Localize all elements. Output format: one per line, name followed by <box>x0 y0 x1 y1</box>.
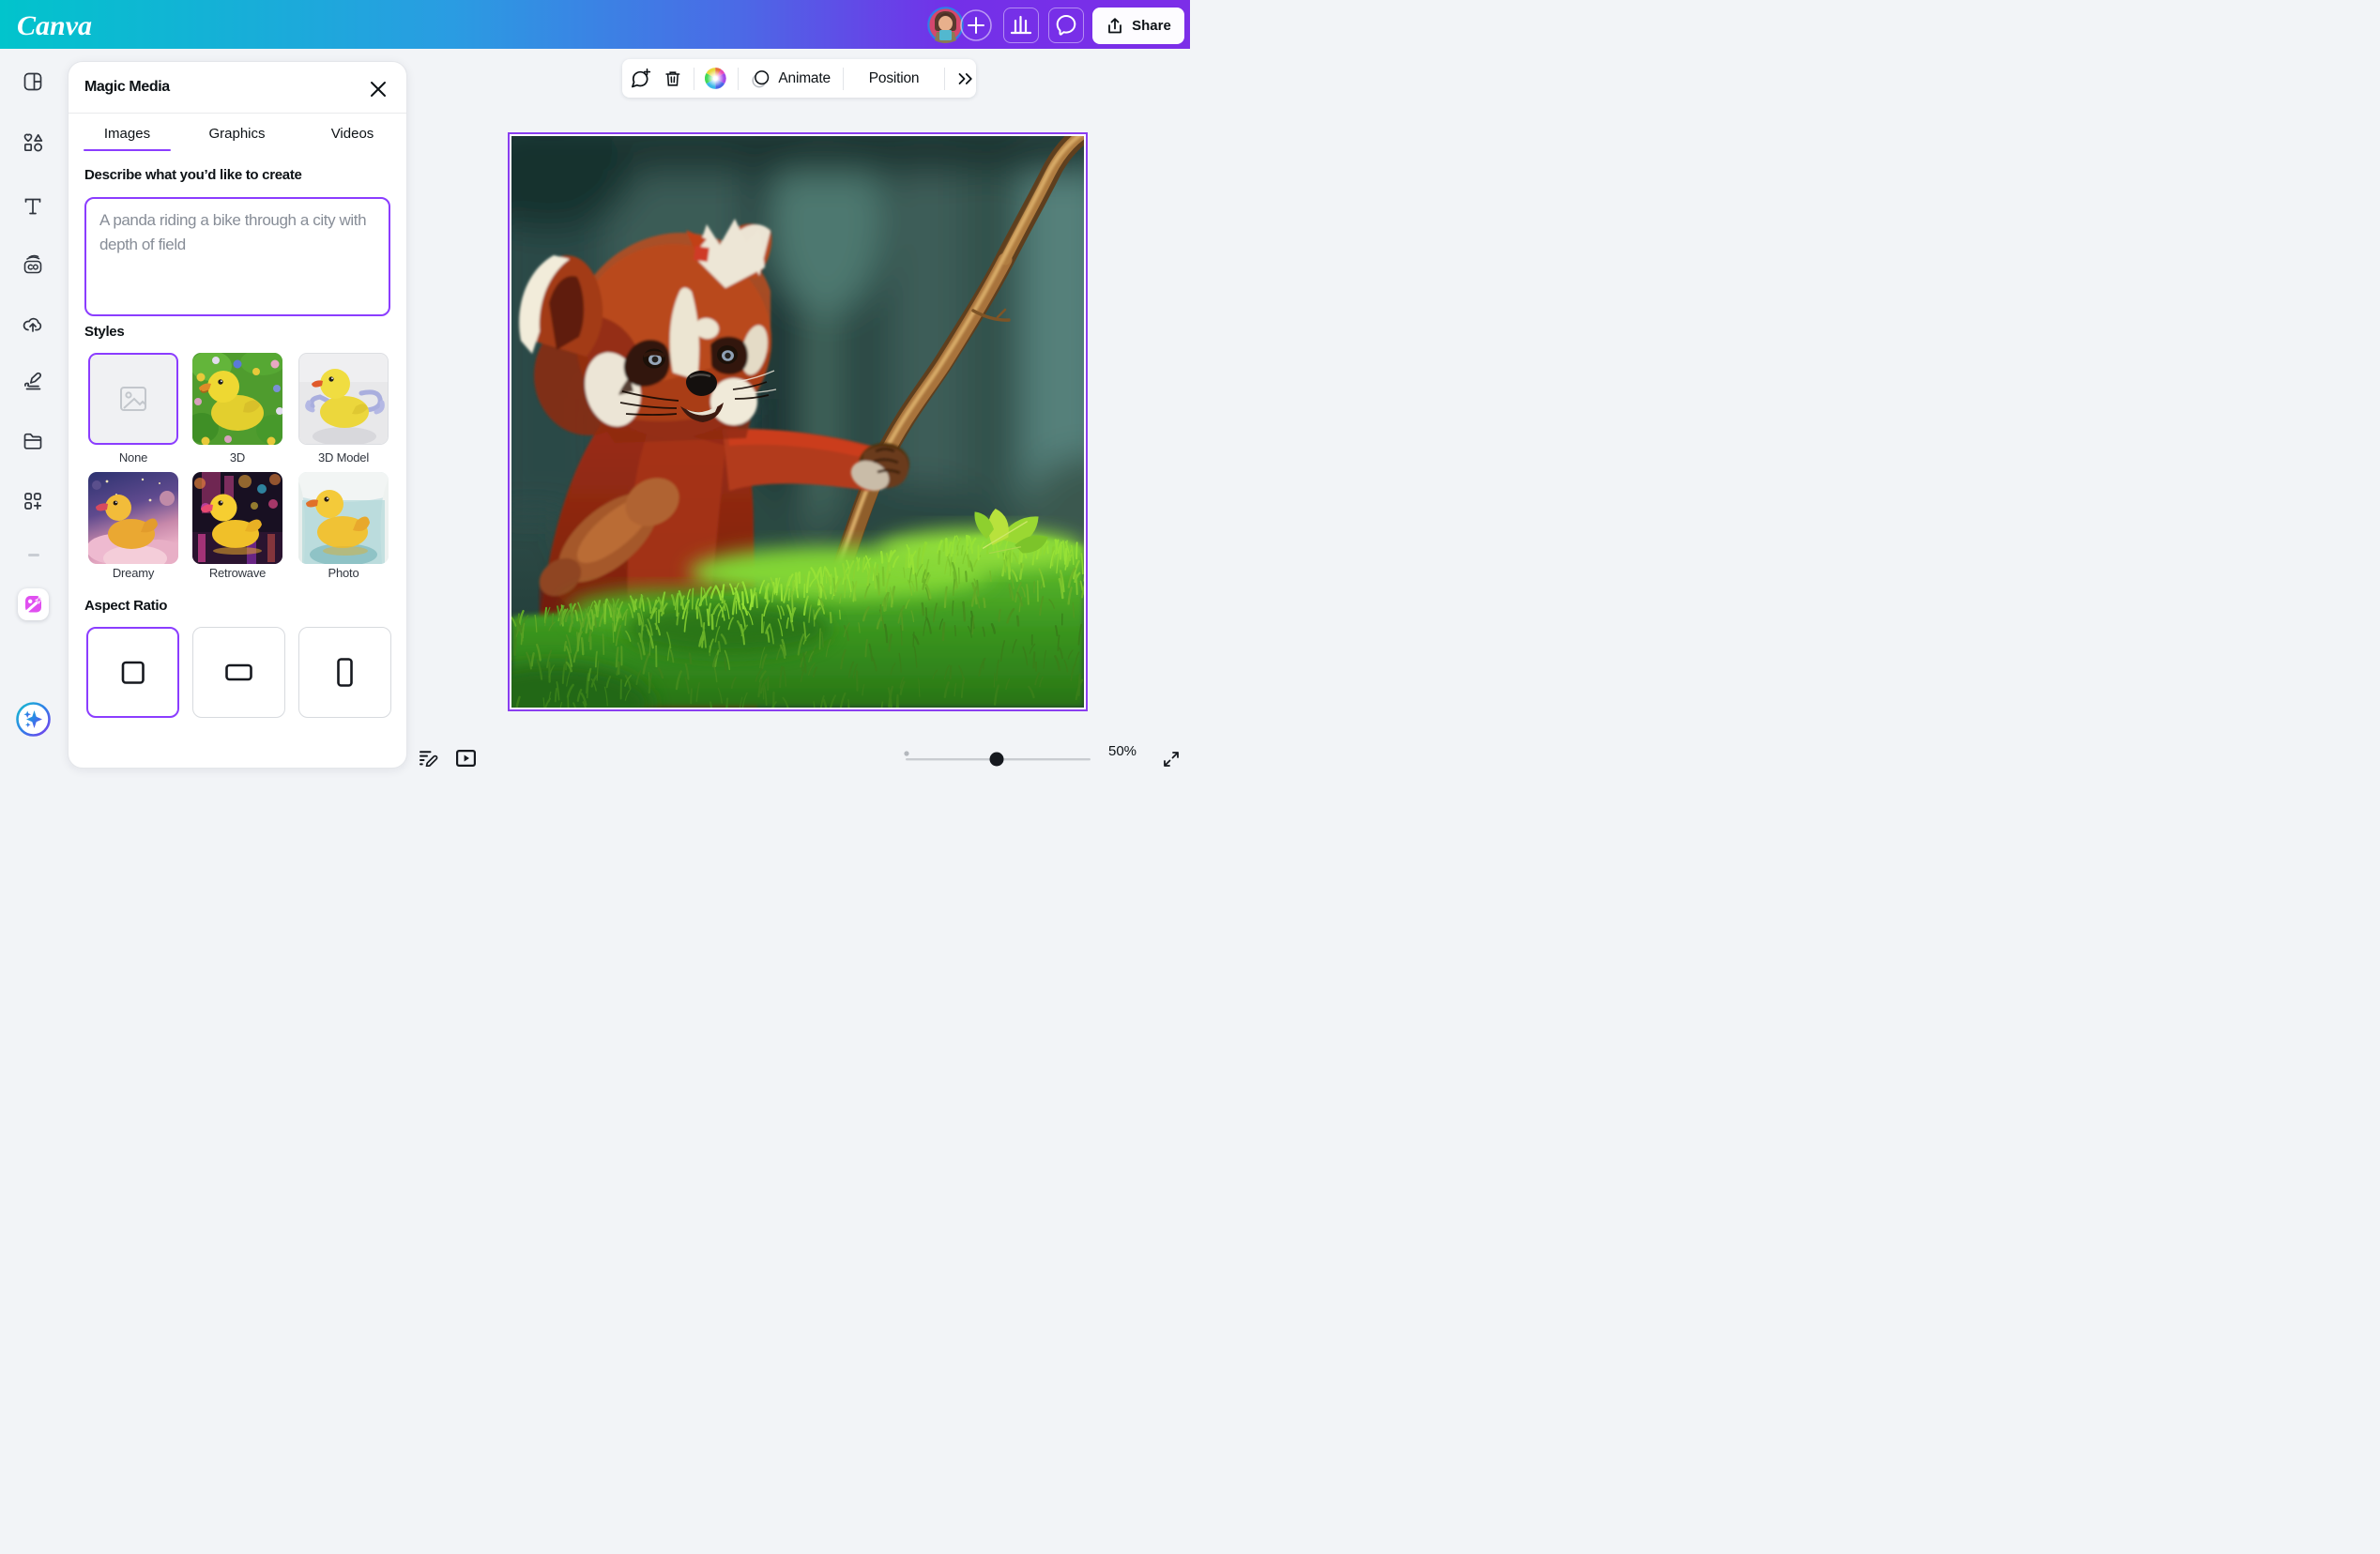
svg-text:Canva: Canva <box>17 10 92 41</box>
